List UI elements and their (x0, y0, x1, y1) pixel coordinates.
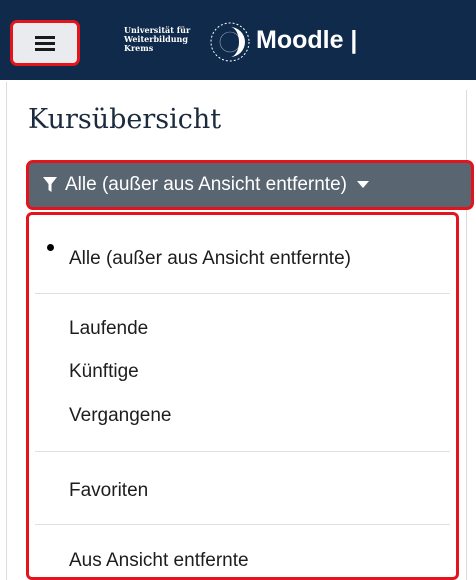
menu-divider (35, 524, 450, 525)
menu-toggle-button[interactable] (10, 20, 80, 66)
page-title: Kursübersicht (28, 104, 222, 135)
hamburger-icon (35, 36, 55, 51)
menu-divider (35, 451, 450, 452)
menu-divider (35, 293, 450, 294)
selected-bullet-icon (47, 244, 54, 251)
filter-label: Alle (außer aus Ansicht entfernte) (65, 174, 347, 195)
course-filter-dropdown-button[interactable]: Alle (außer aus Ansicht entfernte) (26, 160, 474, 210)
university-logo-icon (210, 22, 250, 62)
top-navbar: Universität für Weiterbildung Krems Mood… (0, 0, 476, 80)
site-brand[interactable]: Moodle | (256, 24, 357, 56)
filter-option-all[interactable]: Alle (außer aus Ansicht entfernte) (69, 248, 351, 270)
filter-dropdown-menu: Alle (außer aus Ansicht entfernte) Laufe… (26, 212, 459, 580)
caret-down-icon (356, 181, 369, 188)
university-line-3: Krems (124, 43, 154, 53)
university-name: Universität für Weiterbildung Krems (124, 26, 204, 53)
filter-option-hidden[interactable]: Aus Ansicht entfernte (69, 550, 249, 572)
filter-option-past[interactable]: Vergangene (69, 405, 172, 427)
funnel-icon (43, 177, 57, 192)
filter-option-inprogress[interactable]: Laufende (69, 318, 148, 340)
filter-option-future[interactable]: Künftige (69, 361, 139, 383)
filter-option-favourites[interactable]: Favoriten (69, 480, 148, 502)
